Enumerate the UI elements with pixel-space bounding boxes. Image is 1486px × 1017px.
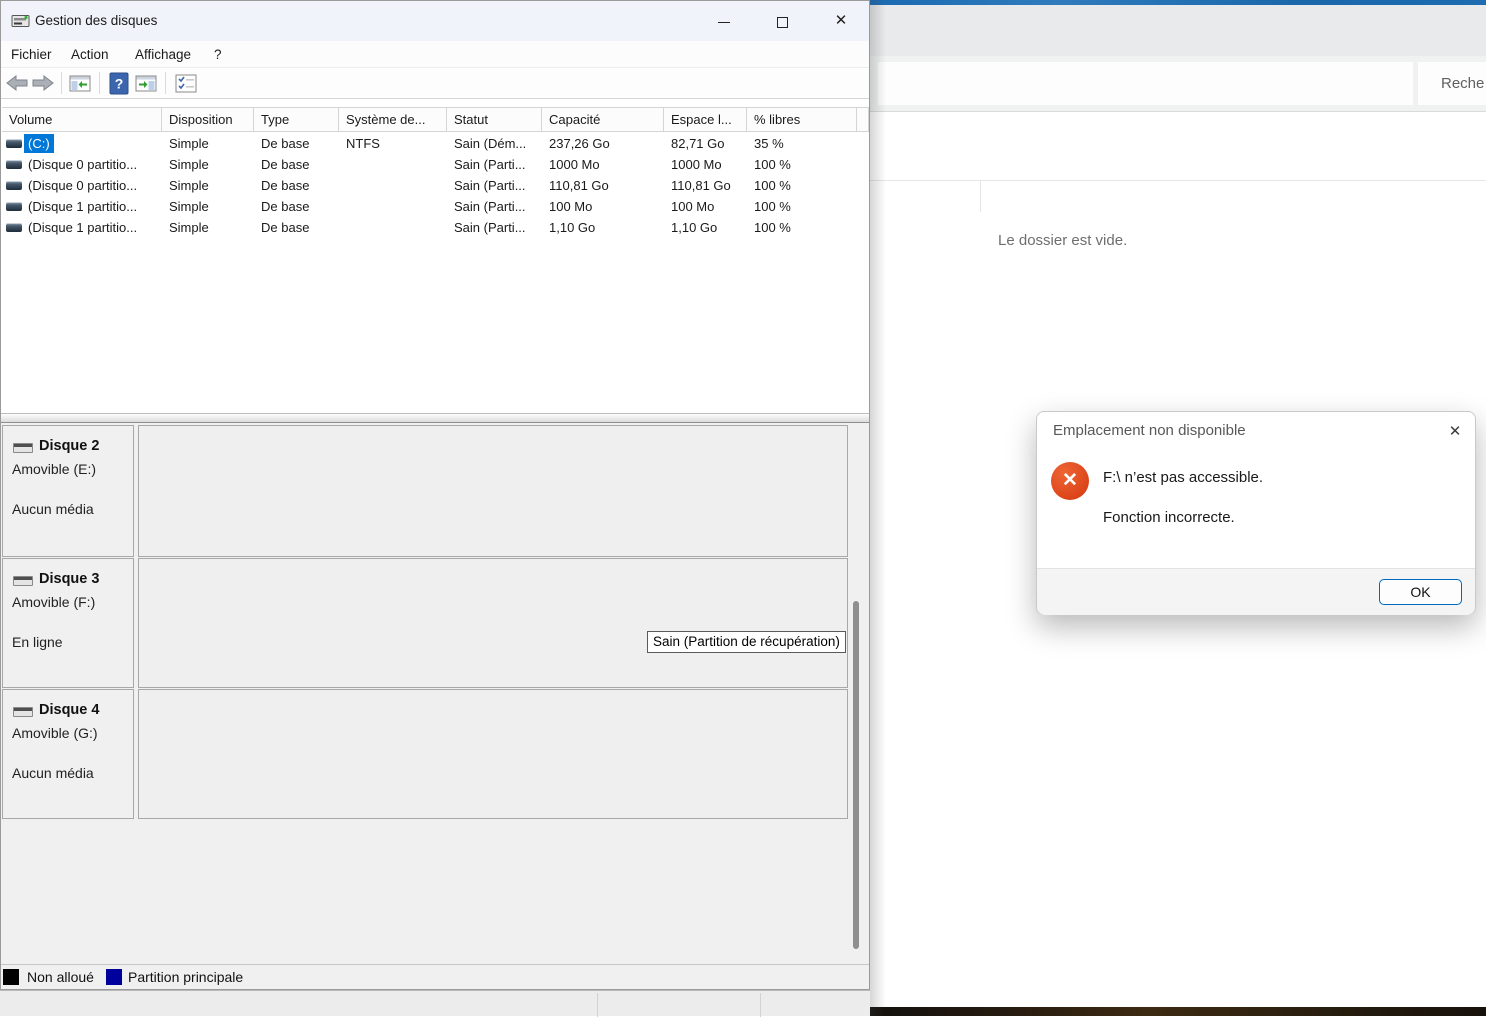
- disk-subtitle: Amovible (E:): [12, 461, 97, 477]
- legend-bar: Non alloué Partition principale: [1, 964, 869, 989]
- empty-folder-message: Le dossier est vide.: [998, 232, 1128, 249]
- minimize-button[interactable]: [701, 1, 747, 41]
- desktop-strip: [870, 1007, 1486, 1016]
- volume-list: Volume Disposition Type Système de... St…: [2, 100, 869, 413]
- background-strip: [0, 990, 870, 1017]
- menu-bar: Fichier Action Affichage ?: [1, 41, 869, 68]
- toolbar-separator: [165, 72, 166, 94]
- volume-icon: [6, 139, 22, 148]
- col-capacite[interactable]: Capacité: [542, 107, 664, 132]
- legend-unallocated: Non alloué: [27, 969, 94, 985]
- col-type[interactable]: Type: [254, 107, 339, 132]
- disk-management-window: Gestion des disques ✕ Fichier Action Aff…: [0, 0, 870, 990]
- disk-status: En ligne: [12, 634, 63, 650]
- disk2-label-panel[interactable]: Disque 2 Amovible (E:) Aucun média: [2, 425, 134, 557]
- menu-help[interactable]: ?: [214, 41, 222, 68]
- window-shadow: [870, 0, 886, 1016]
- volume-name: (C:): [24, 134, 54, 153]
- disk-subtitle: Amovible (F:): [12, 594, 96, 610]
- table-row[interactable]: (Disque 1 partitio... Simple De base Sai…: [2, 196, 862, 217]
- error-icon: ✕: [1051, 462, 1089, 500]
- address-bar[interactable]: [878, 62, 1413, 105]
- explorer-ribbon: [870, 5, 1486, 56]
- column-header-divider: [870, 180, 1486, 181]
- volume-icon: [6, 160, 22, 169]
- primary-partition-swatch: [106, 969, 122, 985]
- dialog-footer: OK: [1037, 568, 1475, 615]
- col-espace[interactable]: Espace l...: [664, 107, 747, 132]
- strip-separator: [597, 993, 598, 1017]
- graphical-view: Disque 2 Amovible (E:) Aucun média Disqu…: [1, 423, 869, 964]
- title-bar: Gestion des disques ✕: [1, 1, 869, 41]
- maximize-button[interactable]: [759, 1, 805, 41]
- disk2-region[interactable]: [138, 425, 848, 557]
- disk-icon: [13, 443, 33, 453]
- checklist-icon[interactable]: [175, 74, 197, 93]
- dialog-message-1: F:\ n’est pas accessible.: [1103, 469, 1264, 486]
- partition-tooltip: Sain (Partition de récupération): [647, 631, 846, 653]
- col-statut[interactable]: Statut: [447, 107, 542, 132]
- window-title: Gestion des disques: [35, 13, 158, 28]
- disk-subtitle: Amovible (G:): [12, 725, 98, 741]
- legend-primary-partition: Partition principale: [128, 969, 244, 985]
- search-input[interactable]: Reche: [1418, 62, 1486, 105]
- table-row[interactable]: (Disque 1 partitio... Simple De base Sai…: [2, 217, 862, 238]
- console-tree-icon[interactable]: [69, 75, 91, 92]
- disk-status: Aucun média: [12, 501, 94, 517]
- unallocated-swatch: [3, 969, 19, 985]
- volume-name: (Disque 1 partitio...: [28, 220, 138, 235]
- col-libres[interactable]: % libres: [747, 107, 857, 132]
- volume-icon: [6, 223, 22, 232]
- disk3-label-panel[interactable]: Disque 3 Amovible (F:) En ligne: [2, 558, 134, 688]
- volume-icon: [6, 181, 22, 190]
- disk-status: Aucun média: [12, 765, 94, 781]
- disk-icon: [13, 707, 33, 717]
- volume-name: (Disque 1 partitio...: [28, 199, 138, 214]
- volume-icon: [6, 202, 22, 211]
- app-icon: [11, 15, 30, 27]
- strip-separator: [760, 993, 761, 1017]
- menu-action[interactable]: Action: [71, 41, 109, 68]
- menu-affichage[interactable]: Affichage: [135, 41, 191, 68]
- svg-text:?: ?: [115, 76, 124, 92]
- table-row[interactable]: (Disque 0 partitio... Simple De base Sai…: [2, 175, 862, 196]
- toolbar-separator: [99, 72, 100, 94]
- action-pane-icon[interactable]: [135, 75, 157, 92]
- disk-name: Disque 4: [39, 702, 100, 718]
- table-row[interactable]: (Disque 0 partitio... Simple De base Sai…: [2, 154, 862, 175]
- menu-fichier[interactable]: Fichier: [11, 41, 52, 68]
- disk4-region[interactable]: [138, 689, 848, 819]
- disk3-region[interactable]: [138, 558, 848, 688]
- forward-icon[interactable]: [31, 73, 55, 93]
- volume-name: (Disque 0 partitio...: [28, 157, 138, 172]
- col-disposition[interactable]: Disposition: [162, 107, 254, 132]
- close-button[interactable]: ✕: [818, 1, 864, 41]
- disk-icon: [13, 576, 33, 586]
- col-systeme[interactable]: Système de...: [339, 107, 447, 132]
- error-dialog: Emplacement non disponible ✕ ✕ F:\ n’est…: [1036, 411, 1476, 615]
- disk4-label-panel[interactable]: Disque 4 Amovible (G:) Aucun média: [2, 689, 134, 819]
- disk-name: Disque 3: [39, 571, 100, 587]
- toolbar: ?: [1, 69, 869, 99]
- volume-name: (Disque 0 partitio...: [28, 178, 138, 193]
- dialog-close-icon[interactable]: ✕: [1442, 419, 1468, 445]
- dialog-message-2: Fonction incorrecte.: [1103, 509, 1235, 526]
- pane-splitter[interactable]: [1, 413, 869, 423]
- ok-button[interactable]: OK: [1379, 579, 1462, 605]
- back-icon[interactable]: [5, 73, 29, 93]
- toolbar-separator: [61, 72, 62, 94]
- explorer-address-band: Reche: [870, 56, 1486, 112]
- column-separator: [980, 180, 981, 212]
- table-row[interactable]: (C:) Simple De base NTFS Sain (Dém... 23…: [2, 133, 862, 154]
- disk-name: Disque 2: [39, 438, 100, 454]
- vertical-scrollbar-thumb[interactable]: [853, 601, 859, 949]
- dialog-title: Emplacement non disponible: [1053, 422, 1246, 439]
- col-filler: [857, 107, 869, 132]
- col-volume[interactable]: Volume: [2, 107, 162, 132]
- help-icon[interactable]: ?: [109, 72, 129, 95]
